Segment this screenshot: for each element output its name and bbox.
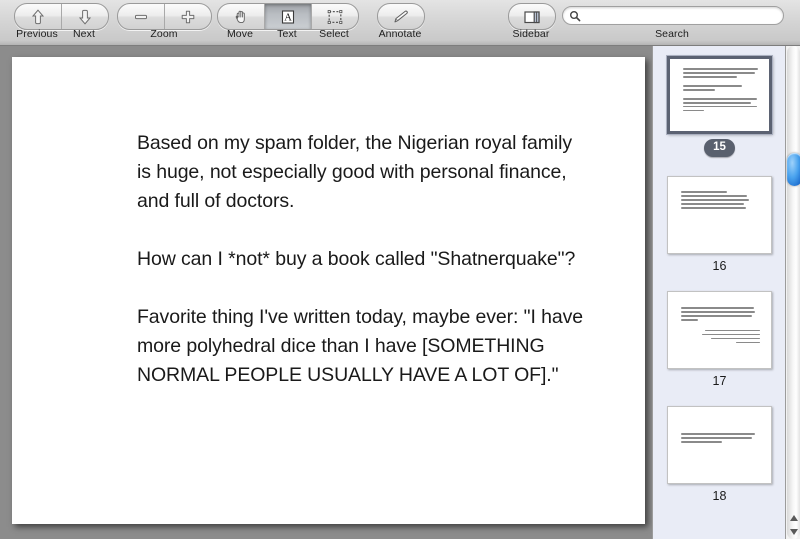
thumbnail-preview-18[interactable] [667, 406, 772, 484]
select-tool-button[interactable] [311, 4, 358, 29]
thumbnail-item-15[interactable]: 15 [653, 56, 785, 157]
paragraph-1: Based on my spam folder, the Nigerian ro… [137, 132, 573, 212]
zoom-group-label: Zoom [150, 28, 178, 40]
text-tool-button[interactable]: A [264, 4, 311, 29]
scrollbar-thumb[interactable] [787, 153, 800, 186]
search-input[interactable] [585, 9, 765, 22]
search-label: Search [655, 28, 689, 40]
sidebar-toggle-button[interactable] [509, 4, 555, 29]
thumbnail-page-number-17: 17 [712, 374, 727, 388]
zoom-in-button[interactable] [164, 4, 211, 29]
thumbnail-text-lines [681, 433, 760, 445]
move-tool-label: Move [226, 28, 254, 40]
next-button[interactable] [61, 4, 108, 29]
thumbnail-preview-16[interactable] [667, 176, 772, 254]
search-icon [570, 10, 581, 21]
thumbnail-page-number-16: 16 [712, 259, 727, 273]
thumbnail-preview-17[interactable] [667, 291, 772, 369]
thumbnail-item-18[interactable]: 18 [653, 406, 785, 504]
sidebar-scrollbar[interactable] [785, 46, 800, 539]
arrow-up-icon [31, 8, 45, 24]
thumbnail-sidebar[interactable]: 15 16 17 18 [652, 46, 785, 539]
scrollbar-track[interactable] [787, 46, 800, 511]
scroll-up-arrow[interactable] [789, 515, 798, 521]
tool-mode-group: A [217, 3, 359, 30]
document-page[interactable]: Based on my spam folder, the Nigerian ro… [12, 57, 645, 524]
hand-icon [235, 10, 245, 23]
zoom-out-button[interactable] [118, 4, 164, 29]
arrow-down-icon [78, 9, 92, 25]
paragraph-2: How can I *not* buy a book called "Shatn… [137, 248, 576, 270]
content-area: Based on my spam folder, the Nigerian ro… [0, 46, 800, 539]
thumbnail-text-lines [683, 68, 758, 114]
minus-icon [135, 14, 147, 19]
thumbnail-text-lines [681, 191, 760, 211]
thumbnail-page-number-15: 15 [704, 139, 735, 157]
scrollbar-arrow-group [787, 511, 800, 539]
page-text-body: Based on my spam folder, the Nigerian ro… [137, 129, 587, 390]
text-tool-label: Text [277, 28, 297, 40]
sidebar-button-group [508, 3, 556, 30]
select-tool-label: Select [319, 28, 349, 40]
marquee-select-icon [327, 9, 343, 24]
plus-icon [181, 10, 195, 23]
sidebar-button-label: Sidebar [512, 28, 550, 40]
next-button-label: Next [73, 28, 95, 40]
sidebar-panel-icon [524, 10, 540, 23]
text-a-icon: A [281, 9, 295, 23]
scroll-down-arrow[interactable] [789, 529, 798, 535]
annotate-button-label: Annotate [378, 28, 422, 40]
document-canvas[interactable]: Based on my spam folder, the Nigerian ro… [0, 46, 652, 539]
document-viewer-window: Previous Next Zoom A Move Text Select An… [0, 0, 800, 539]
search-field[interactable] [562, 6, 784, 25]
zoom-button-group [117, 3, 212, 30]
thumbnail-page-number-18: 18 [712, 489, 727, 503]
pencil-icon [394, 10, 408, 22]
thumbnail-item-16[interactable]: 16 [653, 176, 785, 274]
thumbnail-item-17[interactable]: 17 [653, 291, 785, 389]
annotate-button[interactable] [378, 4, 424, 29]
paragraph-3: Favorite thing I've written today, maybe… [137, 306, 584, 386]
thumbnail-preview-15[interactable] [667, 56, 772, 134]
previous-button[interactable] [15, 4, 61, 29]
previous-button-label: Previous [16, 28, 58, 40]
thumbnail-text-lines [681, 307, 760, 345]
svg-text:A: A [284, 12, 292, 23]
annotate-button-group [377, 3, 425, 30]
move-tool-button[interactable] [218, 4, 264, 29]
navigation-button-group [14, 3, 109, 30]
toolbar: Previous Next Zoom A Move Text Select An… [0, 0, 800, 46]
